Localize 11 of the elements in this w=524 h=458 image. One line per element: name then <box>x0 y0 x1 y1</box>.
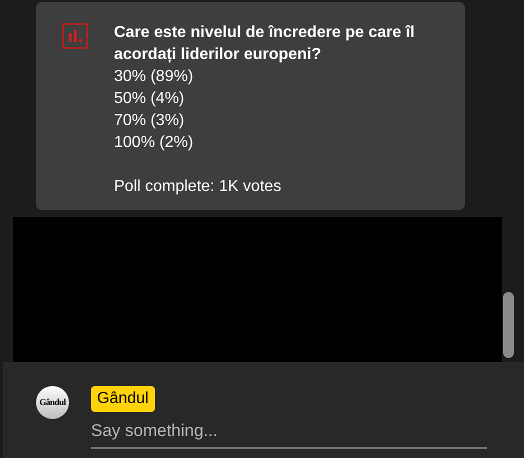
avatar-logo-text: Gândul <box>39 396 66 409</box>
poll-option: 30% (89%) <box>114 66 444 88</box>
poll-chart-icon <box>62 23 88 49</box>
scrollbar-thumb[interactable] <box>503 292 514 358</box>
poll-status: Poll complete: 1K votes <box>114 177 282 197</box>
chat-input[interactable]: Say something... <box>91 418 487 448</box>
poll-option: 100% (2%) <box>114 132 444 154</box>
poll-option: 70% (3%) <box>114 110 444 132</box>
poll-question: Care este nivelul de încredere pe care îl acordați liderilor europeni? <box>114 23 416 65</box>
poll-option: 50% (4%) <box>114 88 444 110</box>
author-name: Gândul <box>91 386 155 412</box>
